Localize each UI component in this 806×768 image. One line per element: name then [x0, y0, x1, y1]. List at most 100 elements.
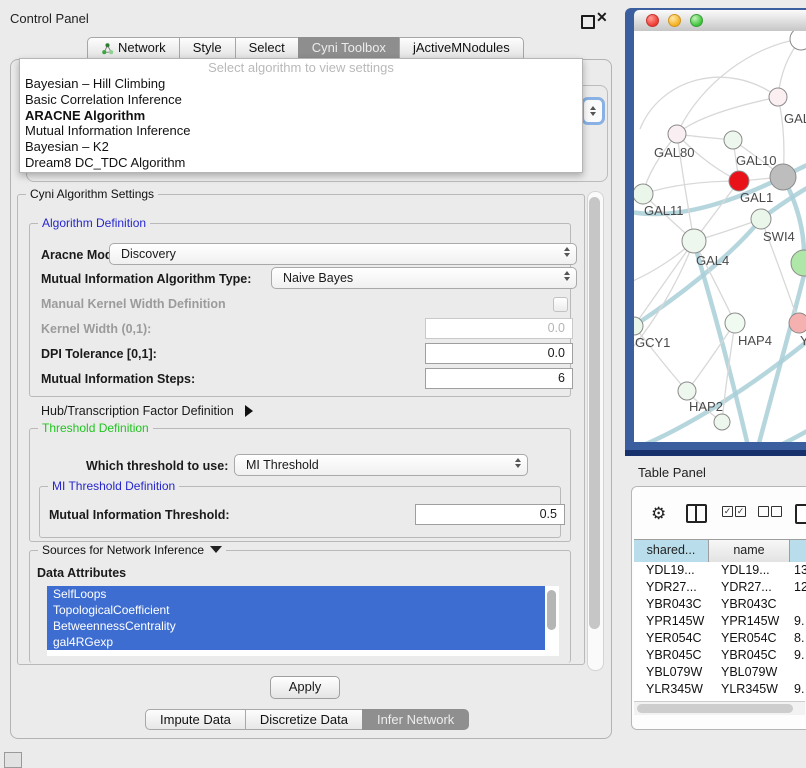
select-all-icon[interactable]: ✓	[735, 506, 746, 517]
algorithm-dropdown-popup: Select algorithm to view settings Bayesi…	[19, 58, 583, 173]
dropdown-placeholder: Select algorithm to view settings	[20, 59, 582, 76]
tab-select[interactable]: Select	[235, 37, 299, 59]
table-cell	[790, 596, 806, 613]
mi-threshold-field[interactable]: 0.5	[415, 504, 565, 525]
manual-kernel-checkbox[interactable]	[553, 297, 568, 312]
column-header[interactable]: shared...	[634, 540, 709, 562]
network-node-gal10[interactable]	[724, 131, 742, 149]
table-row[interactable]: YDR27...YDR27...12	[634, 579, 806, 596]
node-label: HAP2	[689, 399, 723, 414]
node-label: GAL1	[740, 190, 773, 205]
attr-list-scrollbar[interactable]	[545, 586, 559, 656]
settings-vertical-scrollbar[interactable]	[587, 191, 604, 671]
dpi-tolerance-field[interactable]: 0.0	[425, 343, 573, 364]
table-row[interactable]: YPR145WYPR145W9.	[634, 613, 806, 630]
network-node[interactable]	[790, 31, 806, 50]
network-node[interactable]	[791, 250, 806, 276]
scrollbar-thumb[interactable]	[547, 590, 556, 630]
tab-jactivemnodules[interactable]: jActiveMNodules	[399, 37, 524, 59]
select-all-icon[interactable]: ✓	[722, 506, 733, 517]
kernel-width-label: Kernel Width (0,1):	[41, 322, 151, 336]
table-cell: YBL079W	[634, 664, 709, 681]
dropdown-item-mutual-information-inference[interactable]: Mutual Information Inference	[20, 123, 582, 139]
tab-discretize-data[interactable]: Discretize Data	[245, 709, 363, 730]
aracne-mode-select[interactable]: Discovery	[109, 243, 577, 265]
dropdown-item-basic-correlation-inference[interactable]: Basic Correlation Inference	[20, 92, 582, 108]
table-row[interactable]: YER054CYER054C8.	[634, 630, 806, 647]
kernel-width-field[interactable]: 0.0	[425, 318, 573, 339]
collapse-arrow-icon	[210, 546, 222, 553]
group-title: Algorithm Definition	[38, 216, 150, 230]
table-row[interactable]: YBR043CYBR043C	[634, 596, 806, 613]
dropdown-item-dream8-dc-tdc-algorithm[interactable]: Dream8 DC_TDC Algorithm	[20, 155, 582, 171]
scrollbar-thumb[interactable]	[637, 704, 793, 713]
network-node-gal11[interactable]	[634, 184, 653, 204]
apply-button[interactable]: Apply	[270, 676, 340, 699]
network-node-gal80[interactable]	[668, 125, 686, 143]
dropdown-item-bayesian-hill-climbing[interactable]: Bayesian – Hill Climbing	[20, 76, 582, 92]
tab-impute-data[interactable]: Impute Data	[145, 709, 246, 730]
network-edge	[643, 181, 739, 194]
hub-definition-expander[interactable]: Hub/Transcription Factor Definition	[41, 404, 253, 418]
tab-style[interactable]: Style	[179, 37, 236, 59]
attribute-item-gal4rgexp[interactable]: gal4RGexp	[47, 634, 545, 650]
tab-label: Style	[193, 38, 222, 58]
table-row[interactable]: YBR045CYBR045C9.	[634, 647, 806, 664]
network-edge	[677, 97, 778, 134]
deselect-all-icon[interactable]	[758, 506, 769, 517]
export-table-icon[interactable]	[795, 504, 806, 524]
table-row[interactable]: YLR345WYLR345W9.	[634, 681, 806, 698]
table-header: shared... name	[634, 539, 806, 563]
table-horizontal-scrollbar[interactable]	[634, 701, 805, 715]
tab-network[interactable]: Network	[87, 37, 180, 59]
tab-label: jActiveMNodules	[413, 38, 510, 58]
data-attributes-list[interactable]: SelfLoopsTopologicalCoefficientBetweenne…	[47, 586, 559, 656]
table-cell: 12	[790, 579, 806, 596]
zoom-window-button[interactable]	[690, 14, 703, 27]
dropdown-item-bayesian-k2[interactable]: Bayesian – K2	[20, 139, 582, 155]
network-node-gal1[interactable]	[729, 171, 749, 191]
minimize-window-button[interactable]	[668, 14, 681, 27]
network-node-y[interactable]	[789, 313, 806, 333]
network-edge	[640, 77, 778, 129]
dropdown-item-aracne-algorithm[interactable]: ARACNE Algorithm	[20, 108, 582, 124]
settings-gear-icon[interactable]: ⚙	[651, 504, 666, 524]
group-title: Cyni Algorithm Settings	[26, 187, 158, 201]
column-header[interactable]	[790, 540, 806, 562]
which-threshold-select[interactable]: MI Threshold	[234, 454, 528, 476]
scrollbar-thumb[interactable]	[589, 197, 600, 629]
network-edge	[722, 323, 735, 422]
network-node-hap4[interactable]	[725, 313, 745, 333]
network-node-gal4[interactable]	[682, 229, 706, 253]
algorithm-combo-arrow-focused[interactable]	[581, 97, 605, 125]
network-canvas[interactable]: GALGAL80GAL10GAL1GAL11SWI4GAL4GCY1HAP4YH…	[634, 31, 806, 442]
mi-steps-field[interactable]: 6	[425, 368, 573, 389]
tab-infer-network[interactable]: Infer Network	[362, 709, 469, 730]
network-node[interactable]	[714, 414, 730, 430]
network-node-gal[interactable]	[769, 88, 787, 106]
close-window-button[interactable]	[646, 14, 659, 27]
float-window-icon[interactable]	[581, 15, 595, 29]
tab-cyni-toolbox[interactable]: Cyni Toolbox	[298, 37, 400, 59]
node-label: GAL4	[696, 253, 729, 268]
node-label: GAL	[784, 111, 806, 126]
column-layout-icon[interactable]	[686, 504, 707, 523]
dock-panel-icon[interactable]	[4, 752, 22, 768]
hub-definition-label: Hub/Transcription Factor Definition	[41, 404, 234, 418]
deselect-all-icon[interactable]	[771, 506, 782, 517]
aracne-mode-value: Discovery	[121, 247, 176, 261]
network-node-swi4[interactable]	[751, 209, 771, 229]
column-header[interactable]: name	[709, 540, 790, 562]
attribute-item-topologicalcoefficient[interactable]: TopologicalCoefficient	[47, 602, 545, 618]
attribute-item-betweennesscentrality[interactable]: BetweennessCentrality	[47, 618, 545, 634]
table-row[interactable]: YBL079WYBL079W	[634, 664, 806, 681]
mi-type-select[interactable]: Naive Bayes	[271, 267, 577, 289]
mi-type-label: Mutual Information Algorithm Type:	[41, 272, 251, 286]
close-icon[interactable]: ✕	[596, 9, 608, 26]
table-row[interactable]: YDL19...YDL19...13	[634, 562, 806, 579]
network-node[interactable]	[770, 164, 796, 190]
network-node-hap2[interactable]	[678, 382, 696, 400]
network-window-titlebar[interactable]	[634, 10, 806, 32]
bottom-tab-bar: Impute DataDiscretize DataInfer Network	[146, 709, 469, 730]
attribute-item-selfloops[interactable]: SelfLoops	[47, 586, 545, 602]
